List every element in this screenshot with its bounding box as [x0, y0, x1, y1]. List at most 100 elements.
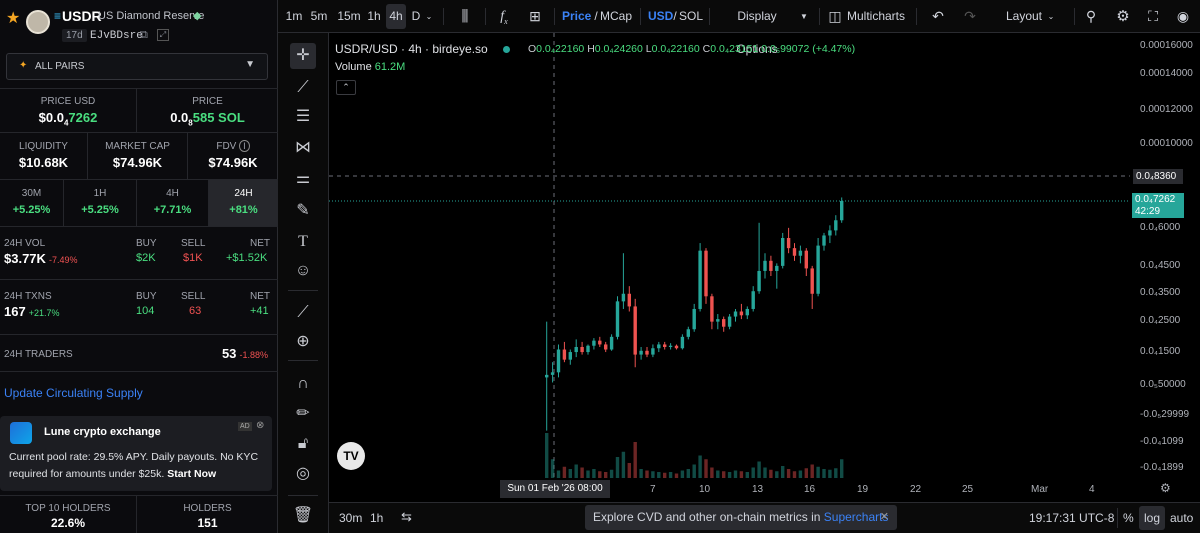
- legend-close: 0.0₄23151: [710, 43, 759, 55]
- price-tick: 0.0₄2500: [1140, 315, 1181, 326]
- price-tick: 0.0₄1500: [1140, 346, 1181, 357]
- candle-body: [680, 336, 685, 349]
- candle: [621, 253, 626, 309]
- price-tick: -0.0₄1899: [1140, 462, 1184, 473]
- volume-bar: [668, 472, 673, 478]
- volume-bar: [840, 459, 844, 478]
- legend-change: 0.0₅99072 (+4.47%): [761, 43, 856, 55]
- volume-bar: [698, 455, 702, 478]
- volume-bar: [680, 470, 685, 478]
- volume-bar: [692, 464, 696, 478]
- volume-bar: [639, 469, 643, 478]
- candle: [769, 255, 773, 277]
- candle: [698, 243, 702, 312]
- candle-body: [598, 340, 602, 345]
- candle: [810, 265, 814, 309]
- volume-bar: [775, 471, 779, 478]
- range-1h[interactable]: 1h: [370, 511, 383, 525]
- candle: [751, 286, 755, 312]
- candle: [792, 243, 797, 261]
- candle: [562, 341, 567, 363]
- candle: [686, 326, 690, 340]
- close-icon[interactable]: ✕: [880, 505, 889, 530]
- collapse-legend-button[interactable]: ⌃: [336, 80, 356, 95]
- volume-bar: [674, 473, 679, 478]
- tradingview-logo[interactable]: TV: [337, 442, 365, 470]
- candle-body: [621, 293, 626, 302]
- auto-toggle[interactable]: auto: [1170, 511, 1193, 525]
- chart-legend: USDR/USD · 4h · birdeye.so: [335, 42, 510, 56]
- volume-bar: [651, 471, 655, 478]
- price-tick: 0.0₅50000: [1140, 379, 1186, 390]
- candle: [786, 227, 791, 254]
- volume-bar: [810, 464, 814, 478]
- candle-body: [781, 238, 785, 266]
- volume-bar: [798, 470, 803, 478]
- axis-settings-icon[interactable]: ⚙: [1160, 481, 1171, 495]
- volume-bar: [786, 469, 791, 478]
- candle-body: [810, 268, 814, 294]
- time-tick: 22: [910, 484, 922, 495]
- volume-bar: [562, 466, 567, 478]
- crosshair-price-label: 0.0₄8360: [1133, 169, 1183, 184]
- volume-bar: [781, 466, 785, 478]
- supercharts-link[interactable]: Supercharts: [824, 510, 889, 524]
- clock[interactable]: 19:17:31 UTC-8: [1029, 511, 1114, 525]
- volume-bar: [627, 463, 631, 478]
- supercharts-banner[interactable]: Explore CVD and other on-chain metrics i…: [585, 505, 897, 530]
- candle-body: [757, 270, 761, 292]
- volume-bar: [769, 469, 773, 478]
- candle: [574, 339, 578, 358]
- candle-body: [727, 316, 732, 327]
- volume-bar: [751, 467, 755, 478]
- price-tick: 0.00010000: [1140, 138, 1193, 149]
- candle: [627, 286, 631, 312]
- volume-bar: [574, 464, 578, 478]
- candle: [668, 343, 673, 350]
- candle-body: [645, 350, 649, 355]
- candle: [704, 248, 708, 304]
- candle-body: [733, 311, 738, 317]
- volume-bar: [828, 469, 832, 478]
- candle-body: [739, 311, 744, 316]
- log-toggle[interactable]: log: [1139, 506, 1165, 530]
- candle: [775, 263, 779, 289]
- volume-bar: [710, 467, 714, 478]
- candle: [598, 336, 602, 347]
- volume-bar: [757, 461, 761, 478]
- candle: [816, 238, 820, 297]
- percent-toggle[interactable]: %: [1123, 511, 1134, 525]
- candle-body: [668, 345, 673, 347]
- legend-low: 0.0₄22160: [651, 43, 700, 55]
- volume-bar: [834, 468, 838, 478]
- volume-bar: [733, 470, 738, 478]
- volume-bar: [657, 472, 661, 478]
- volume-bar: [727, 472, 732, 478]
- candle-body: [574, 346, 578, 353]
- candle-body: [545, 374, 549, 378]
- date-range-icon[interactable]: ⇆: [401, 509, 412, 525]
- candle: [828, 225, 832, 244]
- candle: [692, 303, 696, 332]
- price-tick: 0.00016000: [1140, 40, 1193, 51]
- crosshair-time-label: Sun 01 Feb '26 08:00: [500, 480, 610, 498]
- volume-bar: [633, 442, 637, 478]
- candle-body: [633, 306, 637, 355]
- candle-body: [745, 308, 749, 316]
- volume-bar: [621, 451, 626, 478]
- range-30m[interactable]: 30m: [339, 511, 362, 525]
- current-price-label: 0.0₄7262 42:29: [1132, 193, 1184, 218]
- candle: [663, 341, 667, 350]
- price-tick: -0.0₄1099: [1140, 436, 1184, 447]
- candle: [609, 334, 614, 351]
- candle-body: [568, 352, 572, 360]
- candle: [556, 344, 561, 378]
- candle-body: [674, 345, 679, 349]
- volume-bar: [556, 470, 561, 478]
- candles: [545, 197, 844, 431]
- candle: [722, 316, 726, 332]
- chart-canvas[interactable]: [0, 0, 1200, 533]
- volume-bar: [604, 472, 608, 478]
- candle: [645, 346, 649, 358]
- bar-countdown: 42:29: [1135, 206, 1161, 217]
